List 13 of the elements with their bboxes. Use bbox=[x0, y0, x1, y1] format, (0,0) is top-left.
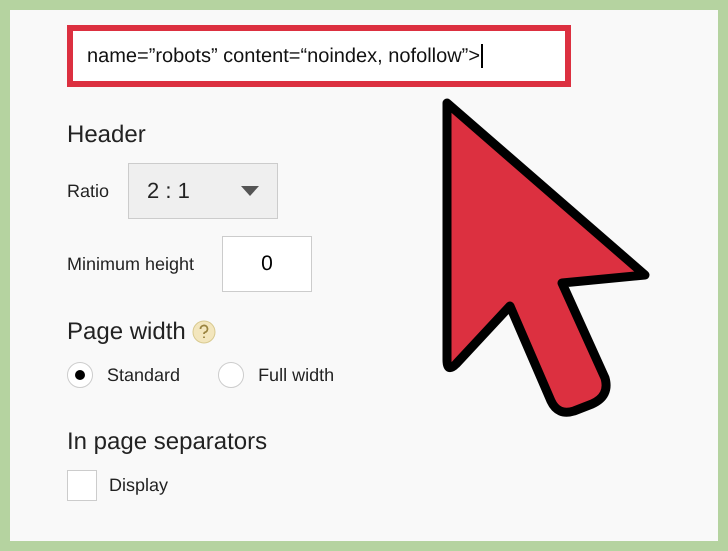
input-field[interactable]: 0 bbox=[222, 236, 312, 292]
section-heading: In page separators bbox=[67, 428, 268, 456]
radio-option[interactable]: Full width bbox=[218, 362, 334, 388]
field-label: Minimum height bbox=[67, 254, 196, 274]
help-icon[interactable] bbox=[192, 320, 216, 344]
code-field[interactable]: name=”robots” content=“noindex, nofollow”> bbox=[67, 25, 571, 87]
caret-icon bbox=[241, 186, 259, 196]
ratio-dropdown[interactable]: 2 : 1 bbox=[128, 163, 278, 219]
display-checkbox[interactable]: Display bbox=[67, 470, 718, 501]
field-label: Ratio bbox=[67, 180, 110, 202]
section-heading: Page width bbox=[67, 318, 186, 346]
section-heading: Header bbox=[67, 121, 147, 149]
radio-option[interactable]: Standard bbox=[67, 362, 180, 388]
